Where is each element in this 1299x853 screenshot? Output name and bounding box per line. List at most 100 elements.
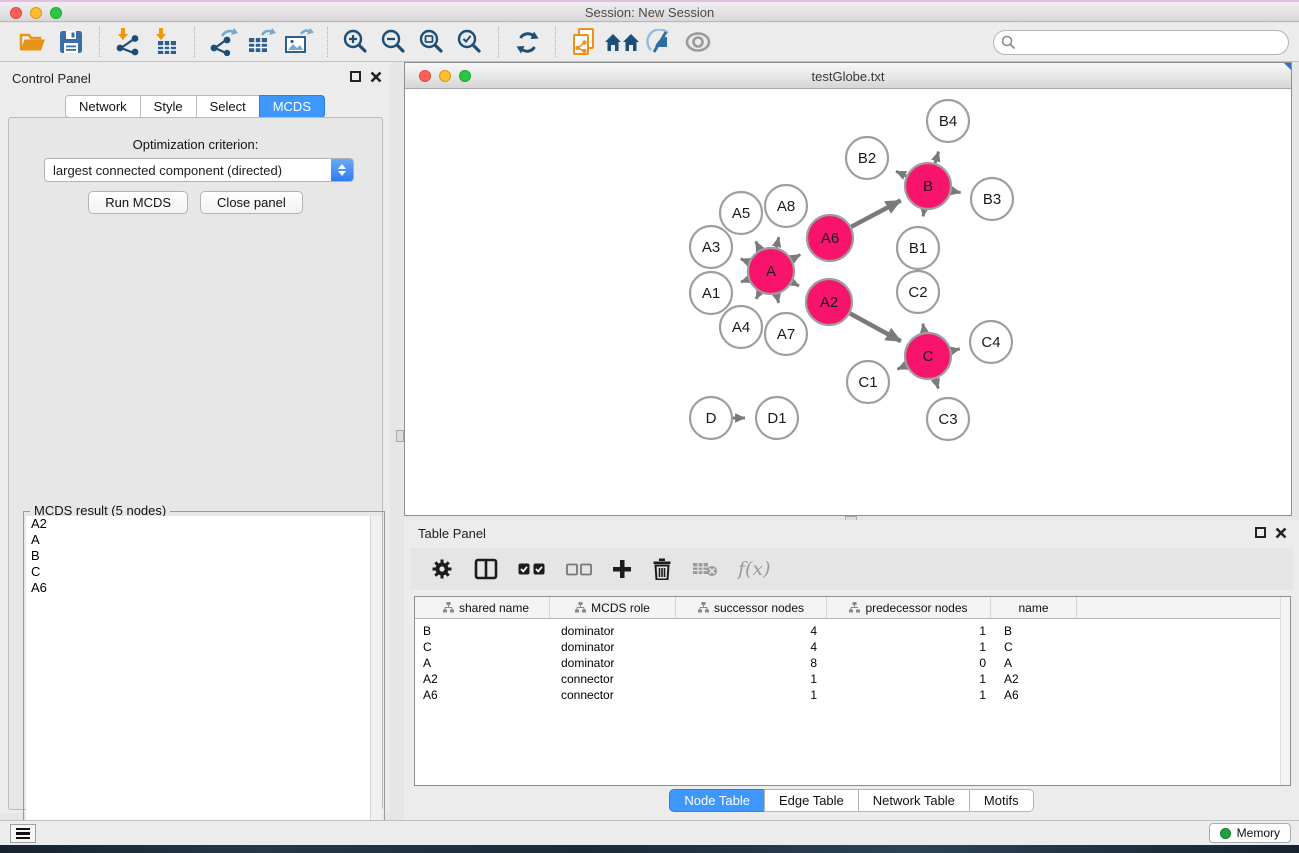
run-mcds-button[interactable]: Run MCDS <box>88 191 188 214</box>
table-cell: A2 <box>415 672 550 686</box>
show-column-icon[interactable] <box>474 558 498 580</box>
tab-motifs[interactable]: Motifs <box>969 789 1034 812</box>
mcds-result-items: A2ABCA6 <box>26 516 382 596</box>
node-label-B: B <box>923 178 933 195</box>
column-header-shared-name[interactable]: shared name <box>415 597 550 618</box>
open-session-icon[interactable] <box>14 25 52 59</box>
table-cell: A6 <box>415 688 550 702</box>
edge-C-C1[interactable] <box>897 366 906 370</box>
close-panel-button[interactable]: Close panel <box>200 191 303 214</box>
show-all-icon[interactable] <box>679 25 717 59</box>
criterion-dropdown[interactable]: largest connected component (directed) <box>44 158 354 182</box>
node-label-A1: A1 <box>702 285 720 302</box>
first-neighbors-icon[interactable] <box>603 25 641 59</box>
column-header-mcds-role[interactable]: MCDS role <box>550 597 676 618</box>
mcds-result-item[interactable]: A2 <box>26 516 382 532</box>
mcds-result-item[interactable]: C <box>26 564 382 580</box>
zoom-selected-icon[interactable] <box>451 25 489 59</box>
mcds-result-item[interactable]: B <box>26 548 382 564</box>
add-row-icon[interactable] <box>612 559 632 579</box>
column-header-predecessor-nodes[interactable]: predecessor nodes <box>827 597 991 618</box>
mcds-result-item[interactable]: A6 <box>26 580 382 596</box>
table-cell: dominator <box>550 624 676 638</box>
import-network-icon[interactable] <box>109 25 147 59</box>
tab-network[interactable]: Network <box>65 95 140 118</box>
table-row[interactable]: Bdominator41B <box>415 623 1290 639</box>
table-row[interactable]: A6connector11A6 <box>415 687 1290 703</box>
clone-network-icon[interactable] <box>565 25 603 59</box>
table-row[interactable]: Adominator80A <box>415 655 1290 671</box>
export-table-icon[interactable] <box>242 25 280 59</box>
export-image-icon[interactable] <box>280 25 318 59</box>
delete-rows-icon[interactable] <box>652 558 672 580</box>
table-float-panel-icon[interactable] <box>1255 527 1266 538</box>
save-session-icon[interactable] <box>52 25 90 59</box>
tab-style[interactable]: Style <box>140 95 196 118</box>
table-row[interactable]: Cdominator41C <box>415 639 1290 655</box>
table-row[interactable]: A2connector11A2 <box>415 671 1290 687</box>
tab-edge-table[interactable]: Edge Table <box>764 789 858 812</box>
refresh-layout-icon[interactable] <box>508 25 546 59</box>
mcds-list-scrollbar[interactable] <box>370 516 382 846</box>
edge-A-A5[interactable] <box>756 241 760 249</box>
node-label-C: C <box>923 348 934 365</box>
vertical-splitter-handle[interactable] <box>396 430 404 442</box>
tab-node-table[interactable]: Node Table <box>669 789 764 812</box>
export-network-icon[interactable] <box>204 25 242 59</box>
unselect-all-icon[interactable] <box>566 563 592 576</box>
table-close-panel-icon[interactable] <box>1275 527 1287 539</box>
tab-mcds[interactable]: MCDS <box>259 95 325 118</box>
edge-A-A7[interactable] <box>777 294 779 303</box>
search-field-wrap <box>993 30 1289 55</box>
memory-button[interactable]: Memory <box>1209 823 1291 843</box>
import-table-icon[interactable] <box>147 25 185 59</box>
edge-A6-B[interactable] <box>851 201 900 227</box>
table-scrollbar[interactable] <box>1280 597 1290 785</box>
edge-B-B3[interactable] <box>952 191 961 193</box>
network-canvas[interactable]: B4B2BB3B1A6A5A8A3AA1A2A4A7C2C4CC1C3DD1 <box>405 89 1291 515</box>
table-cell: 8 <box>676 656 827 670</box>
edge-B-B4[interactable] <box>935 152 939 164</box>
node-table: shared name MCDS role successor nodes pr… <box>414 596 1291 786</box>
tab-network-table[interactable]: Network Table <box>858 789 969 812</box>
edge-A-A1[interactable] <box>741 279 749 282</box>
edge-C-C2[interactable] <box>923 324 924 333</box>
network-canvas-svg: B4B2BB3B1A6A5A8A3AA1A2A4A7C2C4CC1C3DD1 <box>405 89 1291 515</box>
zoom-out-icon[interactable] <box>375 25 413 59</box>
search-input[interactable] <box>993 30 1289 55</box>
function-builder-icon[interactable]: f(x) <box>738 558 771 580</box>
zoom-fit-icon[interactable] <box>413 25 451 59</box>
edge-A-A4[interactable] <box>756 292 760 299</box>
column-header-successor-nodes[interactable]: successor nodes <box>676 597 827 618</box>
main-toolbar <box>0 23 1299 62</box>
mcds-result-item[interactable]: A <box>26 532 382 548</box>
status-bar: Memory <box>0 820 1299 845</box>
column-header-name[interactable]: name <box>991 597 1077 618</box>
edge-A-A3[interactable] <box>741 259 749 262</box>
edge-A2-C[interactable] <box>850 314 901 342</box>
table-options-icon[interactable] <box>430 557 454 581</box>
edge-A-A8[interactable] <box>776 237 778 247</box>
float-panel-icon[interactable] <box>350 71 361 82</box>
select-all-icon[interactable] <box>518 562 546 576</box>
table-cell: A <box>415 656 550 670</box>
attribute-icon <box>575 602 586 613</box>
memory-label: Memory <box>1237 826 1280 840</box>
table-cell: 1 <box>827 640 991 654</box>
edge-B-B1[interactable] <box>923 210 924 217</box>
hide-selected-icon[interactable] <box>641 25 679 59</box>
edge-B-B2[interactable] <box>896 171 906 176</box>
task-history-icon[interactable] <box>10 824 36 843</box>
zoom-in-icon[interactable] <box>337 25 375 59</box>
destroy-table-icon[interactable] <box>692 560 718 578</box>
edge-C-C3[interactable] <box>935 379 938 389</box>
tab-select[interactable]: Select <box>196 95 259 118</box>
table-header-row: shared name MCDS role successor nodes pr… <box>415 597 1290 619</box>
table-cell: A6 <box>991 688 1077 702</box>
close-panel-icon[interactable] <box>370 71 382 83</box>
node-label-B1: B1 <box>909 240 927 257</box>
mcds-tab-content: Optimization criterion: largest connecte… <box>8 117 383 810</box>
edge-A-A6[interactable] <box>792 255 800 260</box>
edge-C-C4[interactable] <box>951 349 959 351</box>
edge-A-A2[interactable] <box>792 282 799 286</box>
